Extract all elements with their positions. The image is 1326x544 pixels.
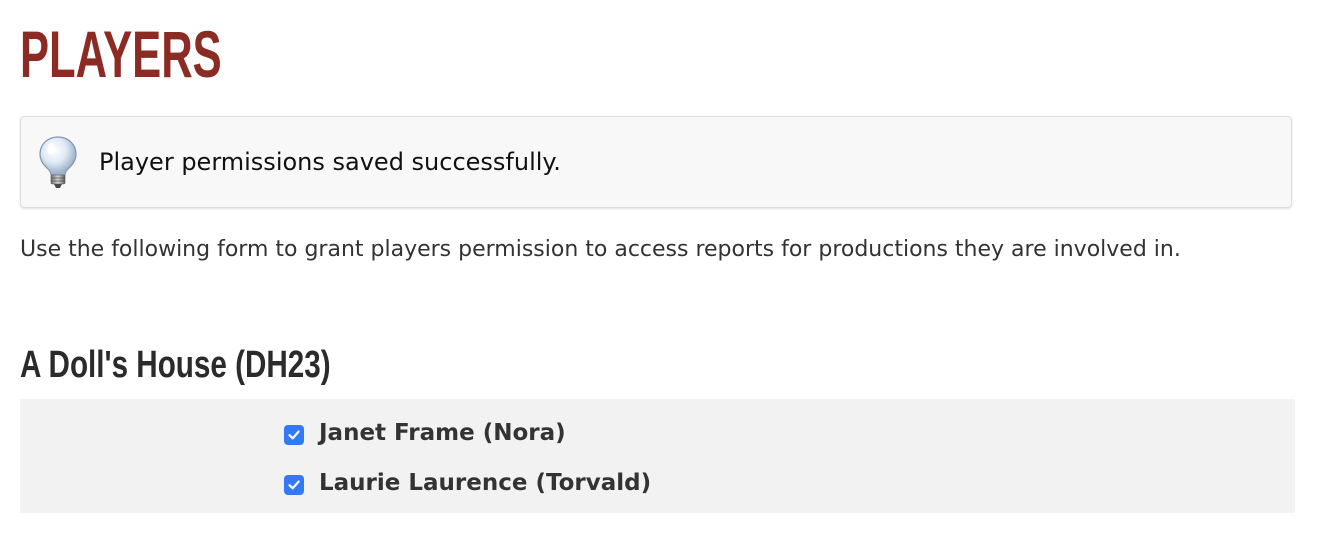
player-option[interactable]: Laurie Laurence (Torvald)	[284, 465, 651, 501]
checkmark-icon	[288, 480, 300, 490]
checkmark-icon	[288, 430, 300, 440]
player-option[interactable]: Janet Frame (Nora)	[284, 415, 566, 451]
player-label: Laurie Laurence (Torvald)	[319, 470, 652, 496]
intro-text: Use the following form to grant players …	[20, 237, 1181, 262]
players-panel: Janet Frame (Nora) Laurie Laurence (Torv…	[20, 399, 1295, 513]
player-label: Janet Frame (Nora)	[319, 420, 566, 446]
player-checkbox[interactable]	[284, 475, 304, 495]
production-title: A Doll's House (DH23)	[20, 344, 331, 386]
page-title: PLAYERS	[20, 17, 222, 91]
player-checkbox[interactable]	[284, 425, 304, 445]
lightbulb-icon	[39, 136, 77, 188]
notice-message: Player permissions saved successfully.	[99, 148, 561, 176]
success-notice: Player permissions saved successfully.	[20, 116, 1292, 208]
